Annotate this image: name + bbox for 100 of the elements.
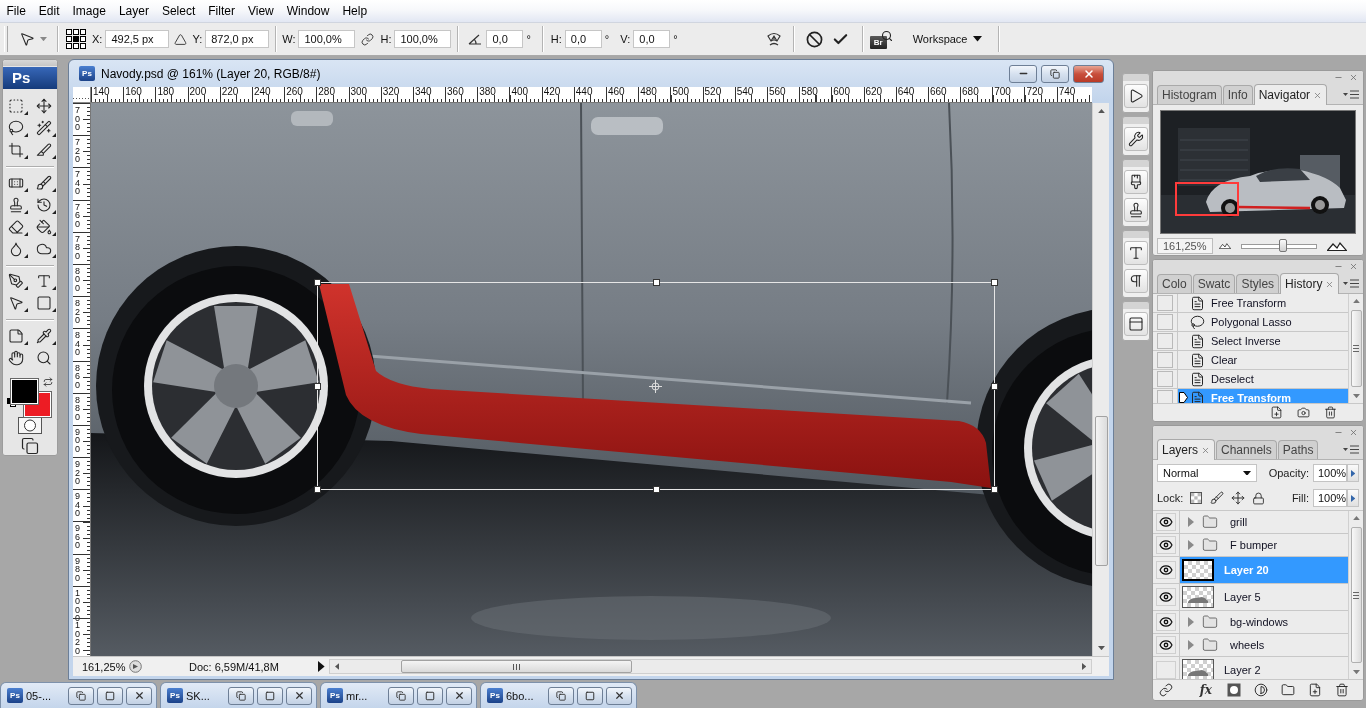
- scrollbar-thumb[interactable]: [1094, 416, 1108, 566]
- maximize-button[interactable]: [417, 686, 443, 705]
- slider-thumb[interactable]: [1278, 238, 1287, 252]
- dock-button[interactable]: [1124, 198, 1148, 222]
- layer-style-button[interactable]: fx: [1197, 683, 1214, 697]
- scroll-down-icon[interactable]: [1097, 645, 1105, 651]
- minimize-button[interactable]: [1009, 64, 1037, 83]
- transform-handle[interactable]: [991, 279, 998, 286]
- history-item[interactable]: Select Inverse: [1178, 332, 1348, 350]
- opacity-field[interactable]: 100%: [1313, 464, 1347, 482]
- history-state-marker[interactable]: [1179, 392, 1188, 403]
- maximize-button[interactable]: [257, 686, 283, 705]
- visibility-toggle[interactable]: [1156, 613, 1176, 631]
- dock-button[interactable]: [1124, 127, 1148, 151]
- restore-button[interactable]: [388, 686, 414, 705]
- position-field[interactable]: 492,5 px: [105, 30, 170, 48]
- minimized-document[interactable]: Ps SK...: [160, 682, 317, 708]
- transform-handle[interactable]: [314, 382, 321, 390]
- maximize-button[interactable]: [97, 686, 123, 705]
- panel-tab[interactable]: Histogram: [1157, 85, 1222, 104]
- position-field[interactable]: 872,0 px: [205, 30, 270, 48]
- transform-handle[interactable]: [652, 279, 660, 286]
- dock-button[interactable]: [1124, 241, 1148, 265]
- menu-item[interactable]: View: [241, 1, 281, 21]
- horizontal-scrollbar[interactable]: [328, 659, 1092, 674]
- scale-field[interactable]: 100,0%: [298, 30, 356, 48]
- history-item[interactable]: Polygonal Lasso: [1178, 313, 1348, 331]
- panel-tab[interactable]: Colo: [1157, 274, 1192, 293]
- transform-handle[interactable]: [314, 486, 321, 493]
- visibility-toggle[interactable]: [1156, 513, 1176, 531]
- trash-icon[interactable]: [1335, 683, 1349, 697]
- workspace-menu-button[interactable]: Workspace: [908, 33, 986, 45]
- layer-row[interactable]: Layer 2: [1180, 657, 1348, 679]
- minimized-document[interactable]: Ps 05-...: [0, 682, 157, 708]
- trash-icon[interactable]: [1324, 406, 1337, 419]
- close-icon[interactable]: [1349, 427, 1358, 437]
- maximize-button[interactable]: [577, 686, 603, 705]
- restore-button[interactable]: [548, 686, 574, 705]
- blend-mode-dropdown[interactable]: Normal: [1157, 464, 1257, 482]
- transform-handle[interactable]: [652, 486, 660, 493]
- scroll-down-icon[interactable]: [1352, 393, 1360, 399]
- visibility-toggle[interactable]: [1156, 561, 1176, 579]
- small-mountain-icon[interactable]: [1219, 243, 1231, 249]
- lock-transparency-button[interactable]: [1187, 489, 1205, 507]
- close-icon[interactable]: [1349, 72, 1358, 82]
- panel-tab[interactable]: Channels: [1216, 440, 1277, 459]
- layer-row[interactable]: Layer 5: [1180, 584, 1348, 610]
- close-icon[interactable]: [1313, 90, 1323, 100]
- panel-menu-icon[interactable]: [1343, 279, 1359, 288]
- crosshair-icon[interactable]: [649, 380, 662, 393]
- bridge-button[interactable]: Br: [868, 28, 895, 50]
- scroll-right-icon[interactable]: [1081, 663, 1087, 670]
- layer-row[interactable]: F bumper: [1180, 534, 1348, 556]
- scrollbar-thumb[interactable]: [1350, 527, 1362, 663]
- round-play-icon[interactable]: [129, 660, 142, 673]
- close-button[interactable]: [286, 686, 312, 705]
- menu-item[interactable]: Edit: [32, 1, 67, 21]
- panel-grip[interactable]: [3, 60, 57, 67]
- layer-row[interactable]: wheels: [1180, 634, 1348, 656]
- restore-button[interactable]: [1041, 64, 1069, 83]
- menu-item[interactable]: File: [0, 1, 33, 21]
- scrollbar-thumb[interactable]: [1350, 310, 1362, 387]
- close-icon[interactable]: [1325, 279, 1335, 289]
- cancel-icon[interactable]: [805, 30, 823, 48]
- scroll-up-icon[interactable]: [1352, 298, 1360, 304]
- link-icon[interactable]: [1159, 683, 1173, 697]
- scroll-up-icon[interactable]: [1352, 515, 1360, 521]
- close-icon[interactable]: [1349, 261, 1358, 271]
- panel-tab[interactable]: Styles: [1236, 274, 1280, 293]
- visibility-toggle[interactable]: [1156, 536, 1176, 554]
- history-item[interactable]: Deselect: [1178, 370, 1348, 388]
- new-layer-icon[interactable]: [1308, 683, 1322, 697]
- close-button[interactable]: [446, 686, 472, 705]
- history-item[interactable]: Free Transform: [1178, 294, 1348, 312]
- panel-tab[interactable]: Navigator: [1253, 84, 1328, 105]
- triangle-icon[interactable]: [174, 32, 188, 46]
- fill-field[interactable]: 100%: [1313, 489, 1347, 507]
- panel-menu-icon[interactable]: [1343, 90, 1359, 99]
- close-button[interactable]: [606, 686, 632, 705]
- panel-tab[interactable]: Swatc: [1192, 274, 1236, 293]
- scrollbar[interactable]: [1348, 294, 1363, 403]
- vertical-scrollbar[interactable]: [1092, 103, 1109, 656]
- mask-icon[interactable]: [1227, 683, 1241, 697]
- skew-field[interactable]: 0,0: [564, 30, 602, 48]
- menu-item[interactable]: Window: [280, 1, 336, 21]
- new-document-icon[interactable]: [1270, 406, 1283, 419]
- skew-field[interactable]: 0,0: [633, 30, 671, 48]
- panel-tab[interactable]: Paths: [1277, 440, 1319, 459]
- ruler-origin[interactable]: [73, 87, 91, 103]
- panel-menu-icon[interactable]: [1343, 445, 1359, 454]
- swap-arrows-icon[interactable]: [43, 377, 53, 388]
- menu-item[interactable]: Layer: [112, 1, 156, 21]
- lock-pixels-button[interactable]: [1208, 489, 1226, 507]
- toolbar-grip[interactable]: [4, 26, 8, 52]
- dock-button[interactable]: [1124, 84, 1148, 108]
- caret-right-icon[interactable]: [318, 661, 325, 672]
- opacity-slider-button[interactable]: [1347, 464, 1359, 482]
- menu-item[interactable]: Select: [155, 1, 202, 21]
- visibility-toggle[interactable]: [1156, 588, 1176, 606]
- transform-handle[interactable]: [991, 382, 998, 390]
